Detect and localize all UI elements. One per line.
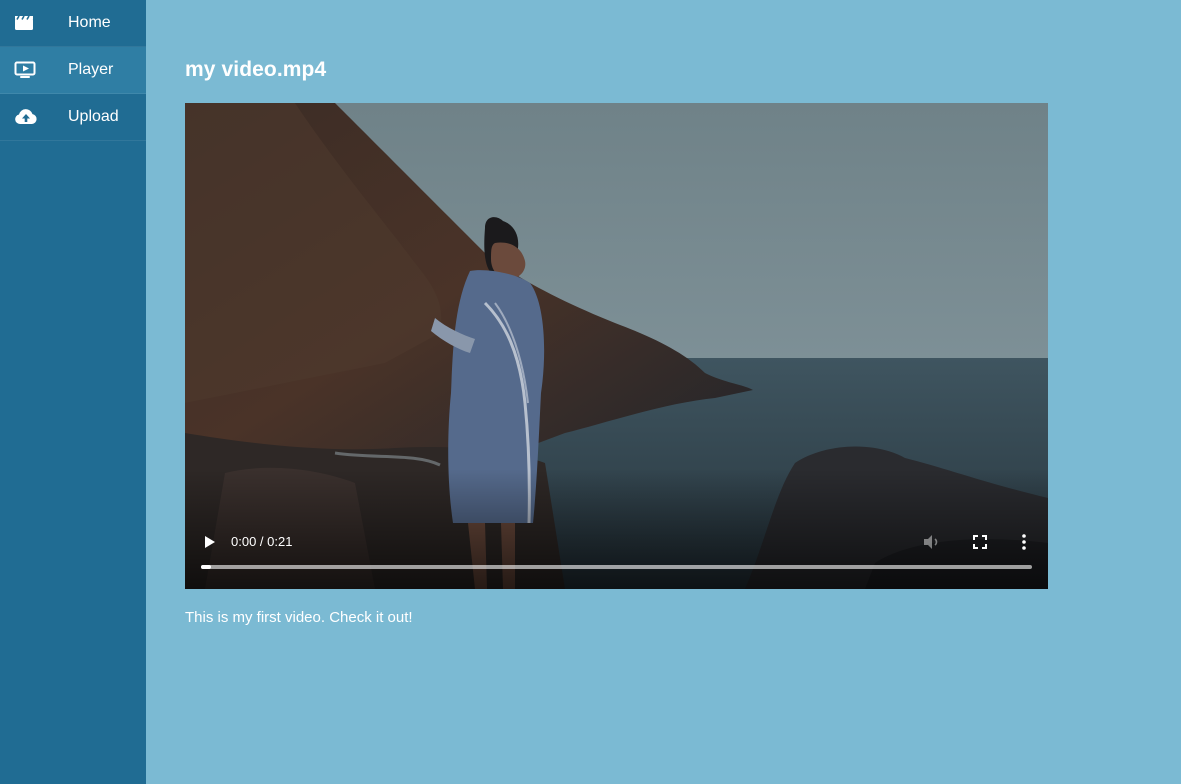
volume-icon [924, 535, 938, 549]
controls-overlay [185, 469, 1048, 589]
cloud-upload-icon [0, 108, 68, 126]
seek-bar-progress [201, 565, 211, 569]
page-title: my video.mp4 [185, 58, 327, 81]
video-description: This is my first video. Check it out! [185, 609, 413, 626]
sidebar-item-label: Player [68, 61, 114, 78]
seek-bar[interactable] [201, 565, 1032, 569]
fullscreen-button[interactable] [969, 531, 991, 553]
time-display: 0:00 / 0:21 [231, 534, 293, 549]
play-icon [205, 536, 215, 548]
sidebar-item-label: Home [68, 14, 111, 31]
main-content: my video.mp4 0:00 / 0:21 This is my firs… [185, 0, 1181, 784]
sidebar: Home Player Upload [0, 0, 146, 784]
video-player[interactable]: 0:00 / 0:21 [185, 103, 1048, 589]
play-button[interactable] [199, 531, 221, 553]
sidebar-item-upload[interactable]: Upload [0, 94, 146, 141]
more-vertical-icon [1022, 534, 1026, 550]
clapperboard-icon [0, 15, 68, 31]
sidebar-item-label: Upload [68, 108, 119, 125]
fullscreen-icon [973, 535, 987, 549]
more-options-button[interactable] [1013, 531, 1035, 553]
sidebar-item-home[interactable]: Home [0, 0, 146, 47]
tv-play-icon [0, 61, 68, 79]
mute-button[interactable] [921, 531, 943, 553]
sidebar-item-player[interactable]: Player [0, 47, 146, 94]
